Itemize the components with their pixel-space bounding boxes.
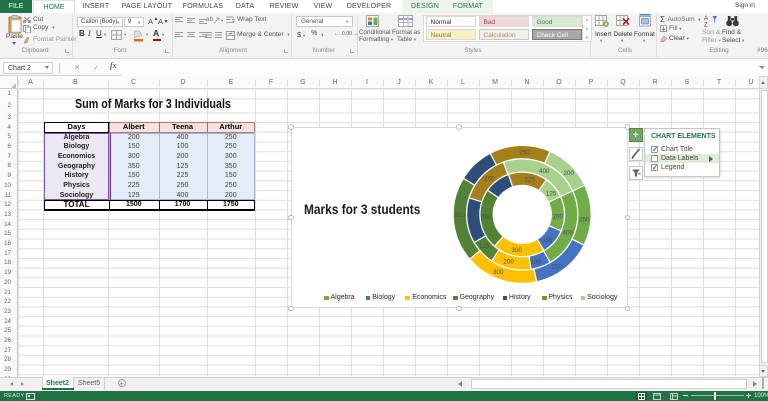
- svg-text:225: 225: [524, 177, 535, 184]
- svg-text:300: 300: [493, 269, 504, 276]
- svg-text:300: 300: [511, 247, 522, 254]
- svg-text:200: 200: [553, 214, 564, 221]
- svg-text:150: 150: [478, 163, 489, 170]
- svg-text:200: 200: [564, 170, 575, 177]
- svg-text:250: 250: [484, 175, 495, 182]
- svg-text:225: 225: [468, 214, 479, 221]
- svg-text:250: 250: [579, 217, 590, 224]
- svg-text:125: 125: [479, 243, 490, 250]
- svg-text:250: 250: [552, 263, 563, 270]
- svg-text:400: 400: [563, 229, 574, 236]
- svg-text:250: 250: [519, 149, 530, 156]
- svg-text:150: 150: [498, 182, 509, 189]
- svg-text:400: 400: [539, 168, 550, 175]
- svg-text:125: 125: [546, 191, 557, 198]
- svg-text:350: 350: [455, 212, 466, 219]
- svg-text:350: 350: [481, 214, 492, 221]
- svg-text:150: 150: [542, 237, 553, 244]
- svg-text:200: 200: [503, 259, 514, 266]
- svg-text:100: 100: [530, 259, 541, 266]
